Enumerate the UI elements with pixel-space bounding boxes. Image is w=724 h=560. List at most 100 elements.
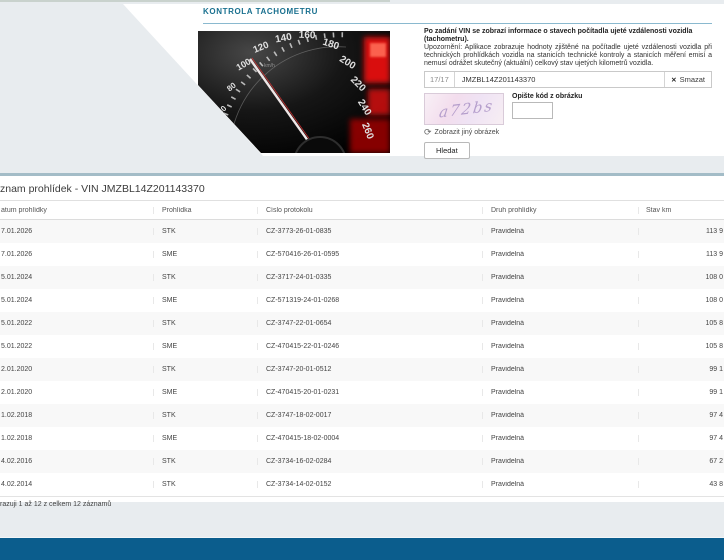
protocol-cell: CZ-3734-16-02-0284 xyxy=(257,458,482,465)
km-cell: 108 0 xyxy=(638,297,724,304)
protocol-cell: CZ-470415-18-02-0004 xyxy=(257,435,482,442)
captcha-code-text: a72bs xyxy=(438,96,496,122)
protocol-cell: CZ-570416-26-01-0595 xyxy=(257,251,482,258)
vin-search-panel: Po zadání VIN se zobrazí informace o sta… xyxy=(424,28,712,159)
type-cell: Pravidelná xyxy=(482,412,638,419)
type-cell: Pravidelná xyxy=(482,366,638,373)
inspections-table: atum prohlídky Prohlídka Číslo protokolu… xyxy=(0,200,724,497)
captcha-input[interactable] xyxy=(512,102,553,119)
protocol-cell: CZ-470415-22-01-0246 xyxy=(257,343,482,350)
captcha-label: Opište kód z obrázku xyxy=(512,93,583,100)
column-header-date: atum prohlídky xyxy=(1,206,47,214)
date-cell: 2.01.2020 xyxy=(1,389,33,396)
inspection-row: 5.01.2024 STK CZ-3717-24-01-0335 Pravide… xyxy=(0,266,724,289)
footer-bar xyxy=(0,537,724,560)
km-cell: 97 4 xyxy=(638,412,724,419)
vin-input[interactable] xyxy=(454,75,665,84)
date-cell: 1.02.2018 xyxy=(1,412,33,419)
protocol-cell: CZ-470415-20-01-0231 xyxy=(257,389,482,396)
pagination-info: razuji 1 až 12 z celkem 12 záznamů xyxy=(0,501,112,508)
inspection-row: 1.02.2018 STK CZ-3747-18-02-0017 Pravide… xyxy=(0,404,724,427)
date-cell: 7.01.2026 xyxy=(1,228,33,235)
inspection-row: 5.01.2022 STK CZ-3747-22-01-0654 Pravide… xyxy=(0,312,724,335)
inspection-row: 4.02.2016 STK CZ-3734-16-02-0284 Pravide… xyxy=(0,450,724,473)
type-cell: Pravidelná xyxy=(482,251,638,258)
protocol-cell: CZ-3717-24-01-0335 xyxy=(257,274,482,281)
clear-vin-button[interactable]: ✕ Smazat xyxy=(664,72,711,87)
captcha-image: a72bs xyxy=(424,93,504,125)
km-cell: 97 4 xyxy=(638,435,724,442)
km-cell: 99 1 xyxy=(638,366,724,373)
km-cell: 108 0 xyxy=(638,274,724,281)
inspection-row: 4.02.2014 STK CZ-3734-14-02-0152 Pravide… xyxy=(0,473,724,496)
km-cell: 67 2 xyxy=(638,458,724,465)
speedometer-unit-label: km/h xyxy=(264,63,275,69)
intro-lead: Po zadání VIN se zobrazí informace o sta… xyxy=(424,28,693,43)
inspection-cell: STK xyxy=(153,228,257,235)
date-cell: 5.01.2022 xyxy=(1,320,33,327)
inspection-cell: STK xyxy=(153,412,257,419)
inspection-cell: SME xyxy=(153,343,257,350)
page-title: KONTROLA TACHOMETRU xyxy=(203,7,318,16)
captcha-entry: Opište kód z obrázku xyxy=(512,93,582,125)
type-cell: Pravidelná xyxy=(482,389,638,396)
vin-field: 17/17 ✕ Smazat xyxy=(424,71,712,88)
x-icon: ✕ xyxy=(671,76,677,84)
refresh-captcha-link[interactable]: ⟳ Zobrazit jiný obrázek xyxy=(424,128,499,137)
km-cell: 43 8 xyxy=(638,481,724,488)
inspection-row: 5.01.2022 SME CZ-470415-22-01-0246 Pravi… xyxy=(0,335,724,358)
column-header-type: Druh prohlídky xyxy=(482,206,638,214)
protocol-cell: CZ-3747-18-02-0017 xyxy=(257,412,482,419)
speedometer-image: 40 60 80 100 120 140 160 180 200 220 240 260 km/h xyxy=(198,31,390,153)
inspection-cell: STK xyxy=(153,320,257,327)
search-button[interactable]: Hledat xyxy=(424,142,470,159)
results-heading: znam prohlídek - VIN JMZBL14Z201143370 xyxy=(0,183,205,195)
refresh-captcha-label: Zobrazit jiný obrázek xyxy=(434,129,500,136)
inspection-row: 7.01.2026 STK CZ-3773-26-01-0835 Pravide… xyxy=(0,220,724,243)
km-cell: 105 8 xyxy=(638,320,724,327)
inspection-row: 1.02.2018 SME CZ-470415-18-02-0004 Pravi… xyxy=(0,427,724,450)
inspection-cell: STK xyxy=(153,274,257,281)
date-cell: 5.01.2024 xyxy=(1,297,33,304)
vin-char-counter: 17/17 xyxy=(425,72,455,87)
date-cell: 4.02.2014 xyxy=(1,481,33,488)
type-cell: Pravidelná xyxy=(482,435,638,442)
dial-number: 160 xyxy=(299,31,316,41)
title-underline xyxy=(203,23,712,24)
dial-number: 40 xyxy=(209,129,221,141)
page: KONTROLA TACHOMETRU 40 60 80 100 120 140… xyxy=(0,0,724,560)
protocol-cell: CZ-3747-22-01-0654 xyxy=(257,320,482,327)
type-cell: Pravidelná xyxy=(482,297,638,304)
km-cell: 113 9 xyxy=(638,251,724,258)
date-cell: 2.01.2020 xyxy=(1,366,33,373)
inspection-row: 5.01.2024 SME CZ-571319-24-01-0268 Pravi… xyxy=(0,289,724,312)
intro-warning: Upozornění: Aplikace zobrazuje hodnoty z… xyxy=(424,44,712,67)
protocol-cell: CZ-3734-14-02-0152 xyxy=(257,481,482,488)
km-cell: 113 9 xyxy=(638,228,724,235)
column-header-inspection: Prohlídka xyxy=(153,206,257,214)
date-cell: 7.01.2026 xyxy=(1,251,33,258)
inspection-cell: SME xyxy=(153,297,257,304)
refresh-icon: ⟳ xyxy=(424,127,432,137)
clear-vin-label: Smazat xyxy=(679,75,705,84)
column-header-protocol: Číslo protokolu xyxy=(257,206,482,214)
speedometer-graphic: 406080100120140 160180200220240260 km/h xyxy=(198,31,390,153)
inspection-row: 2.01.2020 STK CZ-3747-20-01-0512 Pravide… xyxy=(0,358,724,381)
inspection-cell: SME xyxy=(153,251,257,258)
table-body: 7.01.2026 STK CZ-3773-26-01-0835 Pravide… xyxy=(0,220,724,497)
inspection-row: 7.01.2026 SME CZ-570416-26-01-0595 Pravi… xyxy=(0,243,724,266)
inspection-cell: STK xyxy=(153,458,257,465)
date-cell: 5.01.2024 xyxy=(1,274,33,281)
type-cell: Pravidelná xyxy=(482,274,638,281)
type-cell: Pravidelná xyxy=(482,320,638,327)
type-cell: Pravidelná xyxy=(482,481,638,488)
inspection-results-section: znam prohlídek - VIN JMZBL14Z201143370 a… xyxy=(0,173,724,508)
date-cell: 1.02.2018 xyxy=(1,435,33,442)
type-cell: Pravidelná xyxy=(482,343,638,350)
km-cell: 105 8 xyxy=(638,343,724,350)
type-cell: Pravidelná xyxy=(482,458,638,465)
inspection-row: 2.01.2020 SME CZ-470415-20-01-0231 Pravi… xyxy=(0,381,724,404)
captcha-area: a72bs Opište kód z obrázku xyxy=(424,93,712,125)
km-cell: 99 1 xyxy=(638,389,724,396)
date-cell: 4.02.2016 xyxy=(1,458,33,465)
